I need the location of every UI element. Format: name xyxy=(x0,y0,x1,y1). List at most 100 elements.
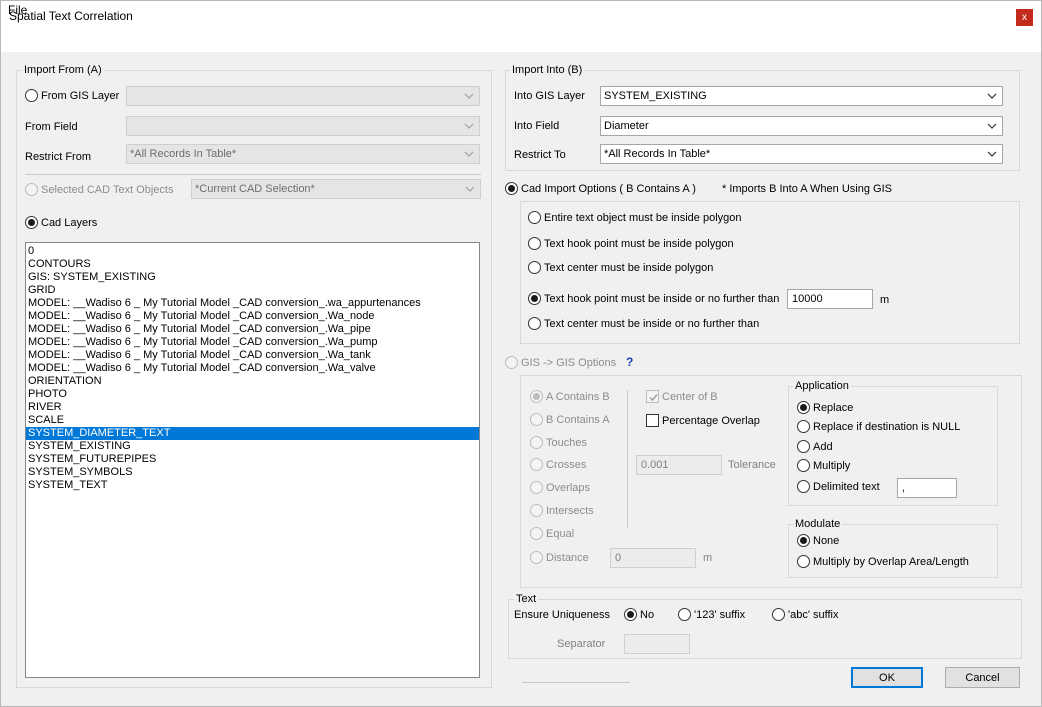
relation-radio-a-contains-b[interactable]: A Contains B xyxy=(530,390,610,403)
center-of-b-checkbox[interactable]: Center of B xyxy=(646,390,718,403)
close-button[interactable]: x xyxy=(1016,9,1033,26)
relation-label: Overlaps xyxy=(546,481,591,494)
into-field-label: Into Field xyxy=(514,120,560,132)
modulate-multiply-radio[interactable]: Multiply by Overlap Area/Length xyxy=(797,555,969,568)
from-field-select[interactable] xyxy=(126,116,480,136)
ensure-uniqueness-label: Ensure Uniqueness xyxy=(514,609,611,621)
list-item[interactable]: GRID xyxy=(26,284,479,297)
chevron-down-icon xyxy=(987,121,997,131)
chevron-down-icon xyxy=(987,91,997,101)
relation-radio-intersects[interactable]: Intersects xyxy=(530,504,594,517)
list-item[interactable]: ORIENTATION xyxy=(26,375,479,388)
relation-radio-b-contains-a[interactable]: B Contains A xyxy=(530,413,610,426)
vertical-divider xyxy=(627,390,628,528)
progress-line xyxy=(522,682,630,683)
tolerance-label: Tolerance xyxy=(728,459,776,471)
restrict-to-label: Restrict To xyxy=(514,149,566,161)
modulate-legend: Modulate xyxy=(793,518,843,530)
cad-selection-select[interactable]: *Current CAD Selection* xyxy=(191,179,481,199)
relation-label: Equal xyxy=(546,527,575,540)
option-center-inside-radio[interactable]: Text center must be inside polygon xyxy=(528,261,713,274)
relation-radio-touches[interactable]: Touches xyxy=(530,436,587,449)
delimiter-input[interactable]: , xyxy=(897,478,957,498)
add-radio[interactable]: Add xyxy=(797,440,833,453)
option-center-distance-radio[interactable]: Text center must be inside or no further… xyxy=(528,317,759,330)
list-item[interactable]: SYSTEM_EXISTING xyxy=(26,440,479,453)
uniqueness-abc-radio[interactable]: 'abc' suffix xyxy=(772,608,838,621)
from-gis-layer-radio[interactable]: From GIS Layer xyxy=(25,89,119,102)
list-item[interactable]: SYSTEM_FUTUREPIPES xyxy=(26,453,479,466)
import-from-legend: Import From (A) xyxy=(22,64,104,76)
uniqueness-123-radio[interactable]: '123' suffix xyxy=(678,608,745,621)
help-icon[interactable]: ? xyxy=(626,355,633,369)
relation-label: Intersects xyxy=(546,504,594,517)
separator-input[interactable] xyxy=(624,634,690,654)
menu-file[interactable]: File xyxy=(8,3,27,17)
list-item[interactable]: SYSTEM_DIAMETER_TEXT xyxy=(26,427,479,440)
restrict-to-select[interactable]: *All Records In Table* xyxy=(600,144,1003,164)
multiply-radio[interactable]: Multiply xyxy=(797,459,850,472)
list-item[interactable]: PHOTO xyxy=(26,388,479,401)
replace-label: Replace xyxy=(813,401,854,414)
distance-input[interactable]: 0 xyxy=(610,548,696,568)
list-item[interactable]: SYSTEM_TEXT xyxy=(26,479,479,492)
option-hook-inside-radio[interactable]: Text hook point must be inside polygon xyxy=(528,237,734,250)
list-item[interactable]: CONTOURS xyxy=(26,258,479,271)
option-entire-inside-radio[interactable]: Entire text object must be inside polygo… xyxy=(528,211,742,224)
relation-radio-equal[interactable]: Equal xyxy=(530,527,574,540)
list-item[interactable]: SYSTEM_SYMBOLS xyxy=(26,466,479,479)
into-gis-layer-value: SYSTEM_EXISTING xyxy=(604,90,707,102)
restrict-from-select[interactable]: *All Records In Table* xyxy=(126,144,480,164)
list-item[interactable]: MODEL: __Wadiso 6 _ My Tutorial Model _C… xyxy=(26,349,479,362)
relation-label: Touches xyxy=(546,436,587,449)
uniqueness-no-radio[interactable]: No xyxy=(624,608,654,621)
tolerance-value: 0.001 xyxy=(641,459,669,471)
list-item[interactable]: MODEL: __Wadiso 6 _ My Tutorial Model _C… xyxy=(26,297,479,310)
option-center-inside-label: Text center must be inside polygon xyxy=(544,261,714,274)
list-item[interactable]: MODEL: __Wadiso 6 _ My Tutorial Model _C… xyxy=(26,310,479,323)
list-item[interactable]: MODEL: __Wadiso 6 _ My Tutorial Model _C… xyxy=(26,362,479,375)
list-item[interactable]: SCALE xyxy=(26,414,479,427)
tolerance-input[interactable]: 0.001 xyxy=(636,455,722,475)
relation-radio-crosses[interactable]: Crosses xyxy=(530,458,586,471)
option-hook-distance-radio[interactable]: Text hook point must be inside or no fur… xyxy=(528,292,779,305)
replace-null-radio[interactable]: Replace if destination is NULL xyxy=(797,420,960,433)
delimited-text-radio[interactable]: Delimited text xyxy=(797,480,880,493)
ok-label: OK xyxy=(879,671,895,684)
from-gis-layer-label: From GIS Layer xyxy=(41,89,120,102)
text-legend: Text xyxy=(514,593,539,605)
relation-radio-overlaps[interactable]: Overlaps xyxy=(530,481,590,494)
list-item[interactable]: GIS: SYSTEM_EXISTING xyxy=(26,271,479,284)
into-gis-layer-select[interactable]: SYSTEM_EXISTING xyxy=(600,86,1003,106)
gis-options-radio[interactable]: GIS -> GIS Options xyxy=(505,356,616,369)
relation-radio-distance[interactable]: Distance xyxy=(530,551,589,564)
cad-layers-list[interactable]: 0 CONTOURS GIS: SYSTEM_EXISTING GRID MODEL: … xyxy=(25,242,480,678)
cancel-button[interactable]: Cancel xyxy=(945,667,1020,688)
ok-button[interactable]: OK xyxy=(851,667,923,688)
hook-distance-input[interactable]: 10000 xyxy=(787,289,873,309)
uniqueness-abc-label: 'abc' suffix xyxy=(788,608,839,621)
list-item[interactable]: 0 xyxy=(26,245,479,258)
option-hook-inside-label: Text hook point must be inside polygon xyxy=(544,237,734,250)
modulate-none-radio[interactable]: None xyxy=(797,534,839,547)
imports-note: * Imports B Into A When Using GIS xyxy=(722,183,892,195)
from-gis-layer-select[interactable] xyxy=(126,86,480,106)
hook-distance-value: 10000 xyxy=(792,293,823,305)
into-gis-layer-label: Into GIS Layer xyxy=(514,90,585,102)
cad-selection-value: *Current CAD Selection* xyxy=(195,183,315,195)
cad-import-options-radio[interactable]: Cad Import Options ( B Contains A ) xyxy=(505,182,696,195)
divider xyxy=(25,174,481,175)
selected-cad-text-radio[interactable]: Selected CAD Text Objects xyxy=(25,183,173,196)
chevron-down-icon xyxy=(464,91,474,101)
modulate-group xyxy=(788,524,998,578)
separator-label: Separator xyxy=(557,638,606,650)
list-item[interactable]: MODEL: __Wadiso 6 _ My Tutorial Model _C… xyxy=(26,336,479,349)
into-field-select[interactable]: Diameter xyxy=(600,116,1003,136)
percentage-overlap-label: Percentage Overlap xyxy=(662,414,760,427)
multiply-label: Multiply xyxy=(813,459,851,472)
cad-layers-radio[interactable]: Cad Layers xyxy=(25,216,97,229)
percentage-overlap-checkbox[interactable]: Percentage Overlap xyxy=(646,414,760,427)
replace-radio[interactable]: Replace xyxy=(797,401,853,414)
list-item[interactable]: MODEL: __Wadiso 6 _ My Tutorial Model _C… xyxy=(26,323,479,336)
list-item[interactable]: RIVER xyxy=(26,401,479,414)
